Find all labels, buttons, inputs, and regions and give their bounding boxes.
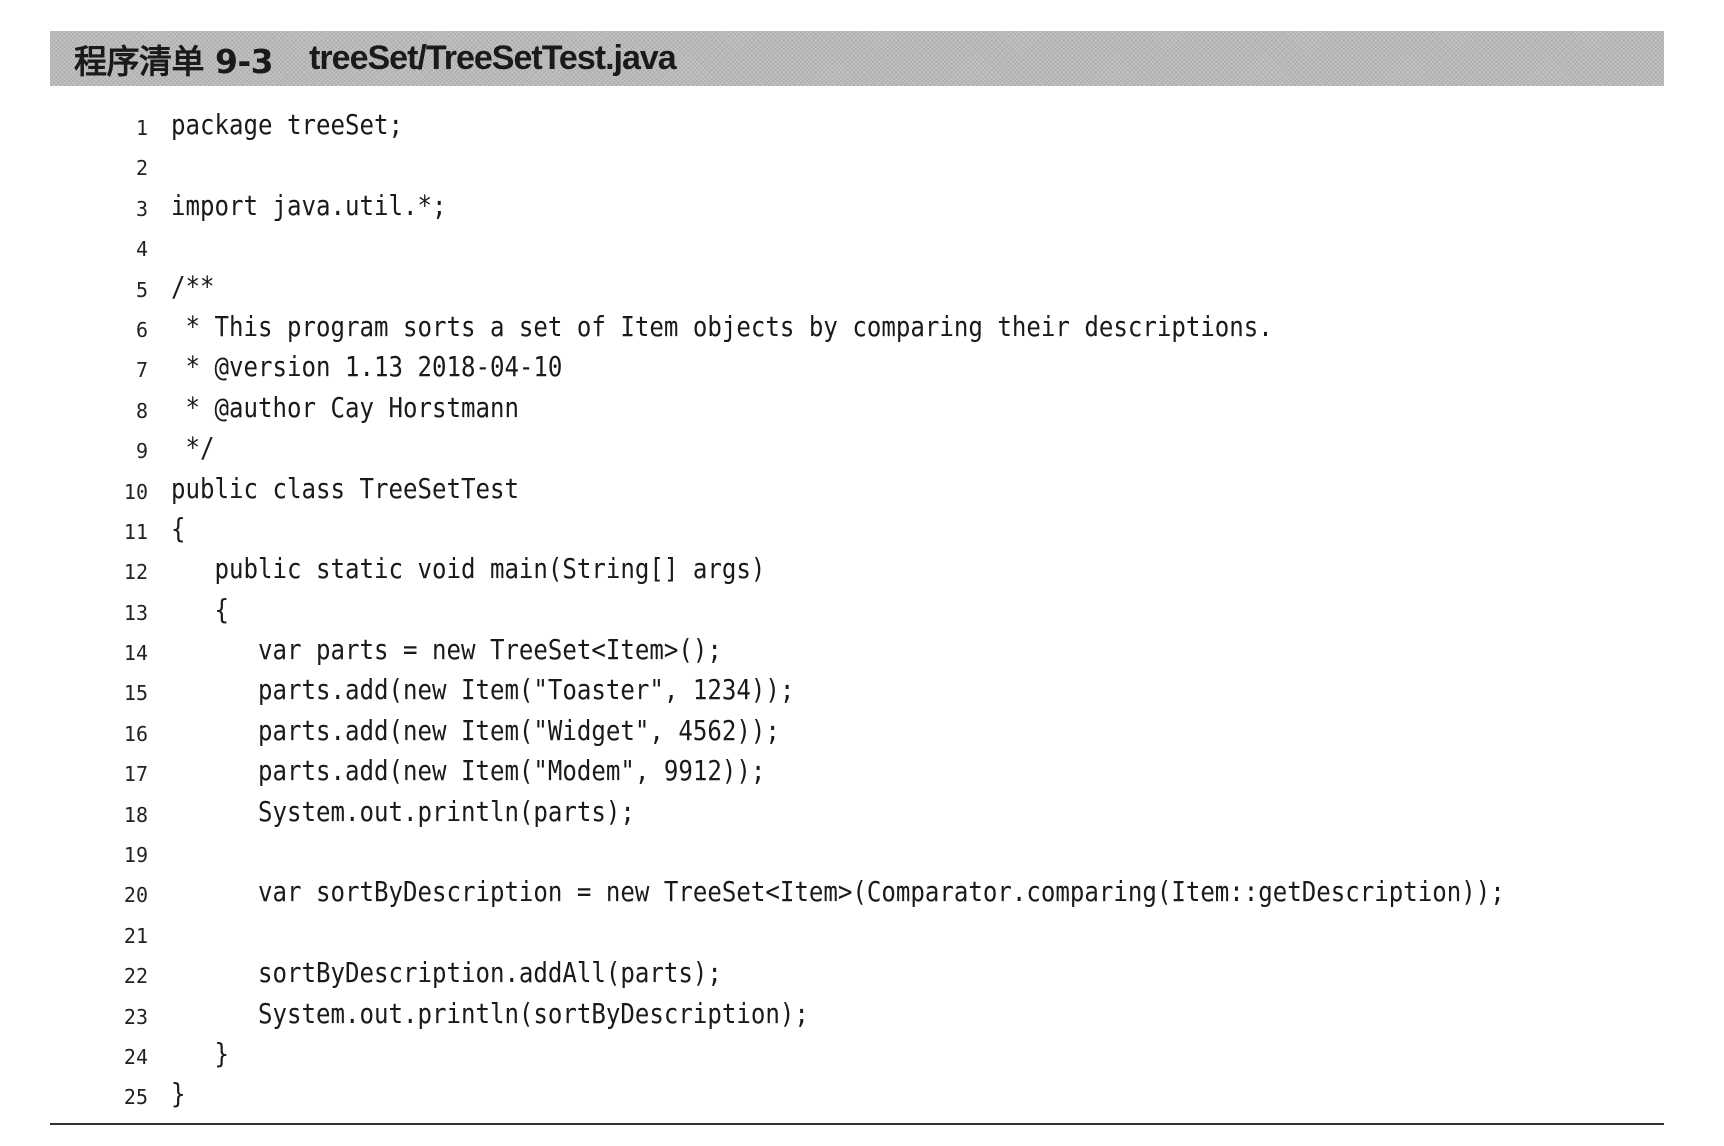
code-line: 13 { bbox=[0, 590, 1724, 630]
line-number: 10 bbox=[123, 479, 148, 504]
line-number: 11 bbox=[123, 519, 148, 544]
line-text: * @author Cay Horstmann bbox=[171, 390, 519, 424]
line-number: 1 bbox=[135, 116, 148, 140]
line-text: { bbox=[171, 511, 186, 545]
code-line: 14 var parts = new TreeSet<Item>(); bbox=[0, 630, 1724, 670]
line-number: 4 bbox=[135, 237, 148, 262]
code-line: 19 bbox=[0, 832, 1724, 872]
line-text: var parts = new TreeSet<Item>(); bbox=[171, 633, 722, 667]
code-line: 5 /** bbox=[0, 267, 1724, 307]
code-line: 16 parts.add(new Item("Widget", 4562)); bbox=[0, 711, 1724, 751]
line-number: 13 bbox=[123, 600, 148, 625]
code-line: 6 * This program sorts a set of Item obj… bbox=[0, 307, 1724, 347]
code-line: 4 bbox=[0, 226, 1724, 266]
line-number: 12 bbox=[123, 560, 148, 585]
line-number: 3 bbox=[135, 196, 148, 221]
line-number: 25 bbox=[123, 1085, 148, 1110]
code-line: 8 * @author Cay Horstmann bbox=[0, 388, 1724, 428]
code-line: 15 parts.add(new Item("Toaster", 1234)); bbox=[0, 670, 1724, 710]
line-number: 7 bbox=[135, 358, 148, 383]
code-line: 17 parts.add(new Item("Modem", 9912)); bbox=[0, 751, 1724, 791]
code-line: 12 public static void main(String[] args… bbox=[0, 549, 1724, 589]
code-line: 10 public class TreeSetTest bbox=[0, 469, 1724, 509]
code-line: 7 * @version 1.13 2018-04-10 bbox=[0, 347, 1724, 387]
line-number: 23 bbox=[123, 1004, 148, 1029]
line-text: System.out.println(parts); bbox=[171, 794, 635, 828]
line-number: 5 bbox=[135, 277, 148, 302]
line-text: parts.add(new Item("Widget", 4562)); bbox=[171, 713, 780, 747]
line-text: parts.add(new Item("Modem", 9912)); bbox=[171, 754, 766, 788]
line-text: import java.util.*; bbox=[171, 188, 447, 222]
line-number: 17 bbox=[123, 762, 148, 787]
code-line: 11 { bbox=[0, 509, 1724, 549]
line-number: 21 bbox=[123, 923, 148, 948]
listing-header: 程序清单 9-3 treeSet/TreeSetTest.java bbox=[50, 31, 1664, 86]
code-block: 1 package treeSet; 2 3 import java.util.*;… bbox=[0, 105, 1724, 1115]
code-line: 3 import java.util.*; bbox=[0, 186, 1724, 226]
line-number: 18 bbox=[123, 802, 148, 827]
code-line: 24 } bbox=[0, 1034, 1724, 1074]
listing-filename: treeSet/TreeSetTest.java bbox=[309, 39, 677, 77]
line-text: } bbox=[171, 1036, 229, 1070]
bottom-rule bbox=[50, 1123, 1664, 1125]
line-text: * This program sorts a set of Item objec… bbox=[171, 309, 1273, 343]
line-number: 9 bbox=[135, 439, 148, 464]
line-number: 15 bbox=[123, 681, 148, 706]
line-text: public static void main(String[] args) bbox=[171, 552, 766, 586]
line-text: * @version 1.13 2018-04-10 bbox=[171, 350, 563, 384]
code-line: 20 var sortByDescription = new TreeSet<I… bbox=[0, 872, 1724, 912]
code-line: 18 System.out.println(parts); bbox=[0, 792, 1724, 832]
code-line: 1 package treeSet; bbox=[0, 105, 1724, 145]
line-text: var sortByDescription = new TreeSet<Item… bbox=[171, 875, 1505, 909]
code-line: 9 */ bbox=[0, 428, 1724, 468]
line-text: System.out.println(sortByDescription); bbox=[171, 996, 809, 1030]
line-text: { bbox=[171, 592, 229, 626]
line-number: 6 bbox=[135, 317, 148, 342]
code-line: 2 bbox=[0, 145, 1724, 185]
line-text: package treeSet; bbox=[171, 108, 403, 141]
code-line: 23 System.out.println(sortByDescription)… bbox=[0, 994, 1724, 1034]
line-number: 14 bbox=[123, 641, 148, 666]
listing-label: 程序清单 9-3 bbox=[74, 41, 274, 81]
code-line: 22 sortByDescription.addAll(parts); bbox=[0, 953, 1724, 993]
line-number: 20 bbox=[123, 883, 148, 908]
line-number: 24 bbox=[123, 1044, 148, 1069]
line-number: 16 bbox=[123, 721, 148, 746]
line-number: 19 bbox=[123, 843, 148, 868]
line-number: 22 bbox=[123, 964, 148, 989]
line-text: sortByDescription.addAll(parts); bbox=[171, 956, 722, 990]
line-number: 8 bbox=[135, 398, 148, 423]
line-text: } bbox=[171, 1077, 186, 1111]
line-text: */ bbox=[171, 431, 215, 465]
code-line: 21 bbox=[0, 913, 1724, 953]
line-text: /** bbox=[171, 269, 215, 303]
code-line: 25} bbox=[0, 1074, 1724, 1114]
line-text: public class TreeSetTest bbox=[171, 471, 519, 505]
line-number: 2 bbox=[135, 156, 148, 181]
line-text: parts.add(new Item("Toaster", 1234)); bbox=[171, 673, 795, 707]
